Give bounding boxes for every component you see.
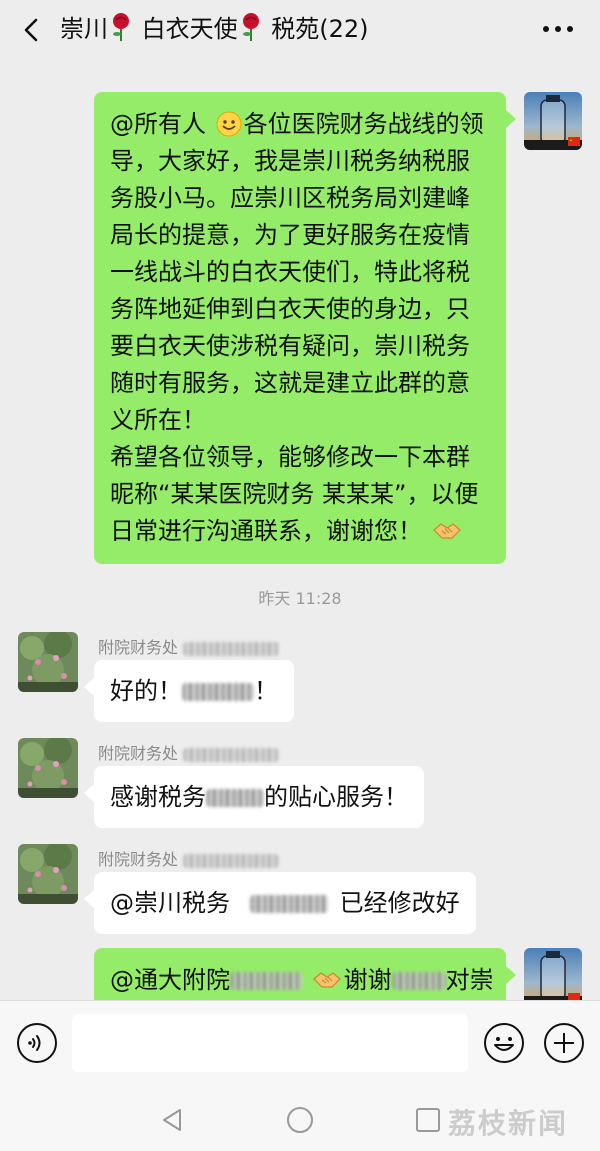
message-text: 感谢税务	[110, 783, 206, 811]
title-text-2: 白衣天使	[134, 15, 238, 43]
bubble-tail	[84, 890, 94, 908]
handshake-emoji-icon	[432, 523, 461, 539]
message-bubble[interactable]: @通大附院 谢谢 对崇	[94, 948, 506, 1000]
message-text-end: 已经修改好	[339, 889, 460, 917]
watermark: 荔枝新闻	[448, 1107, 569, 1140]
bubble-tail	[506, 966, 516, 984]
smile-emoji-icon	[216, 111, 242, 137]
message-bubble[interactable]: 好的！ ！	[94, 660, 294, 722]
sender-name: 附院财务处	[98, 846, 280, 870]
avatar[interactable]	[524, 948, 582, 1000]
voice-icon[interactable]	[16, 1022, 58, 1064]
rose-icon	[242, 13, 259, 41]
mention-all: @所有人	[110, 110, 206, 138]
message-bubble[interactable]: 感谢税务 的贴心服务！	[94, 766, 424, 828]
avatar-image	[18, 632, 78, 692]
nav-back-icon[interactable]	[156, 1104, 188, 1136]
message-input[interactable]	[72, 1014, 468, 1072]
input-bar	[0, 1000, 600, 1086]
message-text: 好的！	[110, 677, 182, 705]
nav-recent-icon[interactable]	[412, 1104, 444, 1136]
message-text-2: 希望各位领导，能够修改一下本群昵称“某某医院财务 某某某”，以便日常进行沟通联系…	[110, 443, 479, 545]
nav-home-icon[interactable]	[284, 1104, 316, 1136]
avatar-image	[524, 948, 582, 1000]
message-text-end: 的贴心服务！	[264, 783, 408, 811]
redacted-text	[183, 853, 280, 868]
message-text: @通大附院	[110, 966, 230, 994]
avatar[interactable]	[18, 844, 78, 904]
handshake-emoji-icon	[312, 972, 341, 988]
emoji-icon[interactable]	[483, 1022, 525, 1064]
redacted-text	[206, 789, 264, 807]
sender-name: 附院财务处	[98, 740, 280, 764]
avatar-image	[18, 738, 78, 798]
chevron-left-icon[interactable]	[14, 12, 50, 48]
rose-icon	[113, 13, 129, 41]
bubble-tail	[84, 784, 94, 802]
message-bubble[interactable]: @所有人 各位医院财务战线的领导，大家好，我是崇川税务纳税服务股小马。应崇川区税…	[94, 92, 506, 564]
message-text-end: ！	[254, 677, 278, 705]
redacted-text	[183, 641, 280, 656]
timestamp: 昨天 11:28	[258, 589, 342, 608]
message-text: @崇川税务	[110, 889, 230, 917]
plus-icon[interactable]	[543, 1022, 585, 1064]
system-nav-bar: 荔枝新闻	[0, 1086, 600, 1151]
redacted-text	[182, 683, 254, 701]
title-text-1: 崇川	[60, 15, 108, 43]
chat-title: 崇川 白衣天使 税苑(22)	[60, 12, 369, 46]
message-text-3: 对崇	[445, 966, 494, 994]
title-text-3: 税苑(22)	[263, 15, 369, 43]
bubble-tail	[506, 110, 516, 128]
redacted-text	[183, 747, 280, 762]
message-text-2: 谢谢	[343, 966, 392, 994]
message-bubble[interactable]: @崇川税务 已经修改好	[94, 872, 476, 934]
avatar-image	[524, 92, 582, 150]
avatar[interactable]	[18, 738, 78, 798]
redacted-text	[230, 972, 302, 990]
chat-area[interactable]: @所有人 各位医院财务战线的领导，大家好，我是崇川税务纳税服务股小马。应崇川区税…	[0, 60, 600, 1000]
avatar[interactable]	[524, 92, 582, 150]
bubble-tail	[84, 678, 94, 696]
chat-header: 崇川 白衣天使 税苑(22)	[0, 0, 600, 60]
message-text: 各位医院财务战线的领导，大家好，我是崇川税务纳税服务股小马。应崇川区税务局刘建峰…	[110, 110, 484, 434]
sender-name: 附院财务处	[98, 634, 280, 658]
avatar-image	[18, 844, 78, 904]
more-dots-icon[interactable]	[538, 14, 578, 44]
avatar[interactable]	[18, 632, 78, 692]
redacted-text	[391, 972, 446, 990]
redacted-text	[249, 895, 328, 913]
